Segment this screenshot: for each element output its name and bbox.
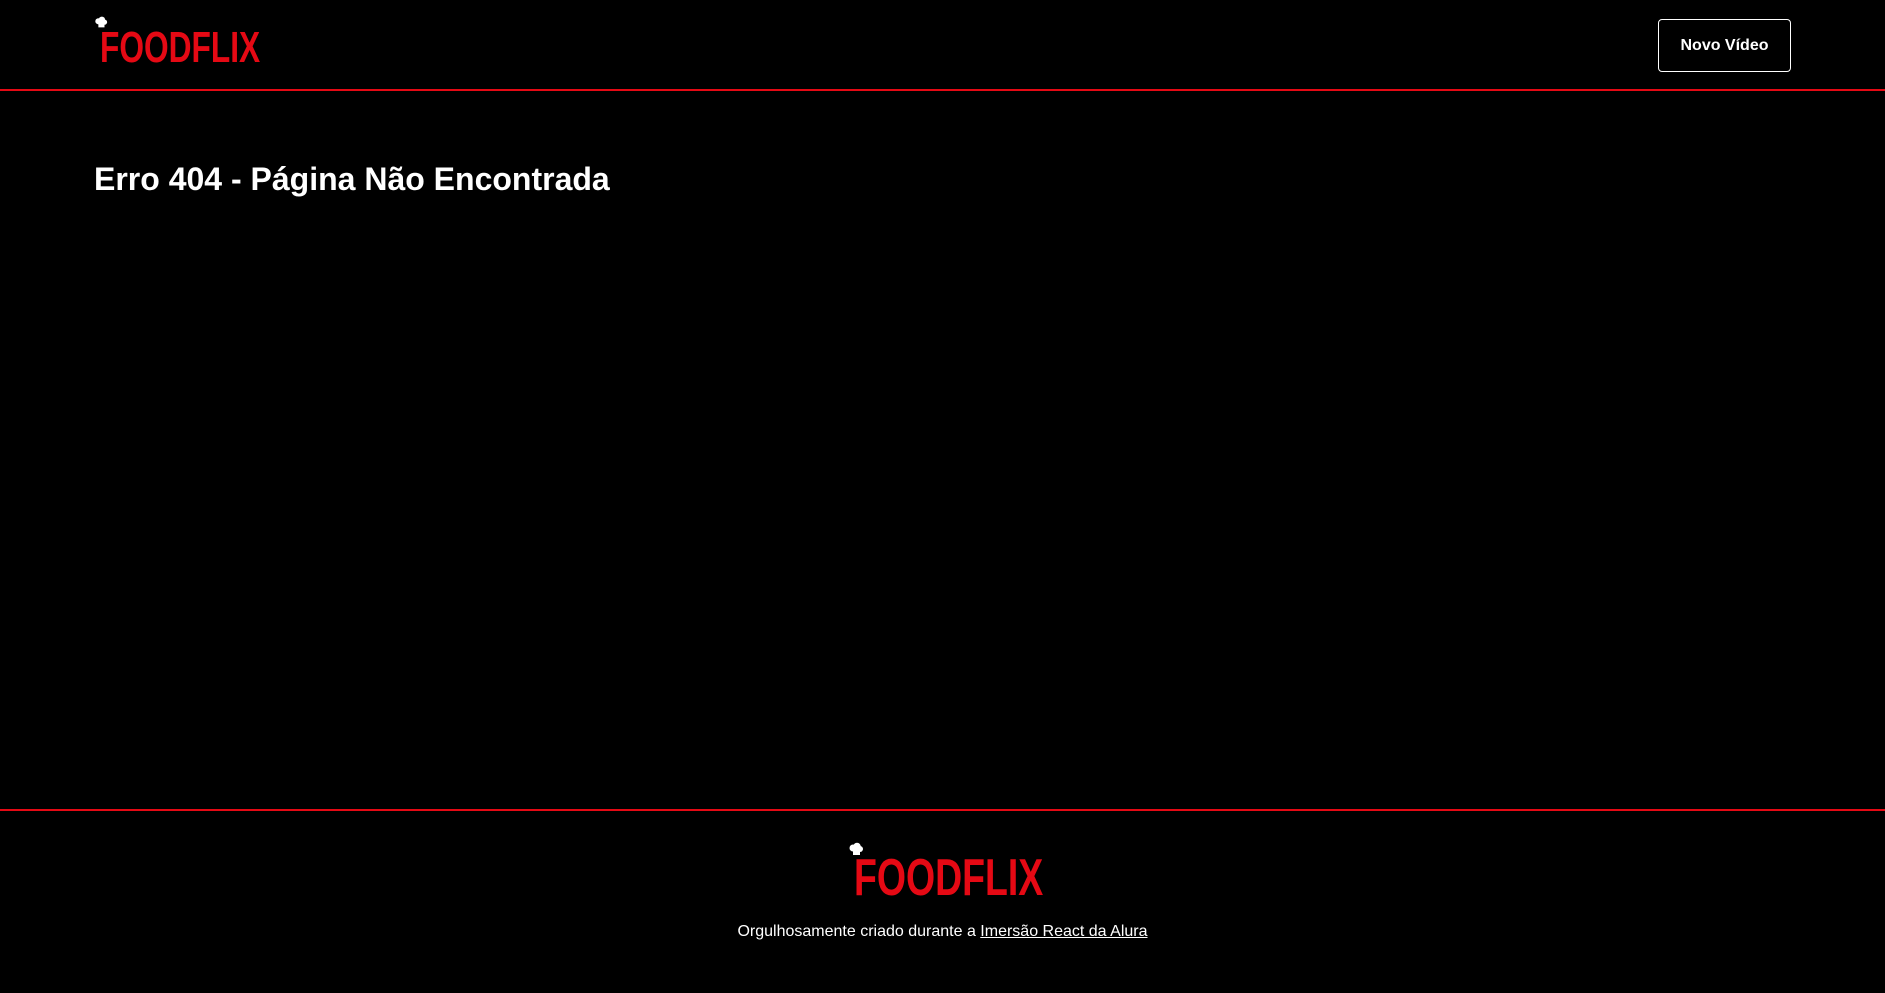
- main-content: Erro 404 - Página Não Encontrada: [94, 160, 1791, 198]
- site-header: FOODFLIX Novo Vídeo: [0, 0, 1885, 91]
- logo-wordmark: FOODFLIX: [100, 23, 261, 72]
- footer-logo-link[interactable]: FOODFLIX: [848, 842, 1043, 904]
- page: FOODFLIX Novo Vídeo Erro 404 - Página Nã…: [0, 0, 1885, 993]
- page-title: Erro 404 - Página Não Encontrada: [94, 161, 610, 197]
- footer-credit: Orgulhosamente criado durante a Imersão …: [0, 923, 1885, 941]
- new-video-button[interactable]: Novo Vídeo: [1658, 19, 1791, 72]
- footer-logo: FOODFLIX: [848, 842, 1043, 904]
- logo-wordmark: FOODFLIX: [853, 849, 1043, 907]
- header-logo: FOODFLIX: [94, 16, 260, 70]
- imersao-react-link[interactable]: Imersão React da Alura: [980, 923, 1147, 940]
- header-logo-link[interactable]: FOODFLIX: [94, 16, 260, 70]
- footer-credit-text: Orgulhosamente criado durante a: [737, 923, 981, 940]
